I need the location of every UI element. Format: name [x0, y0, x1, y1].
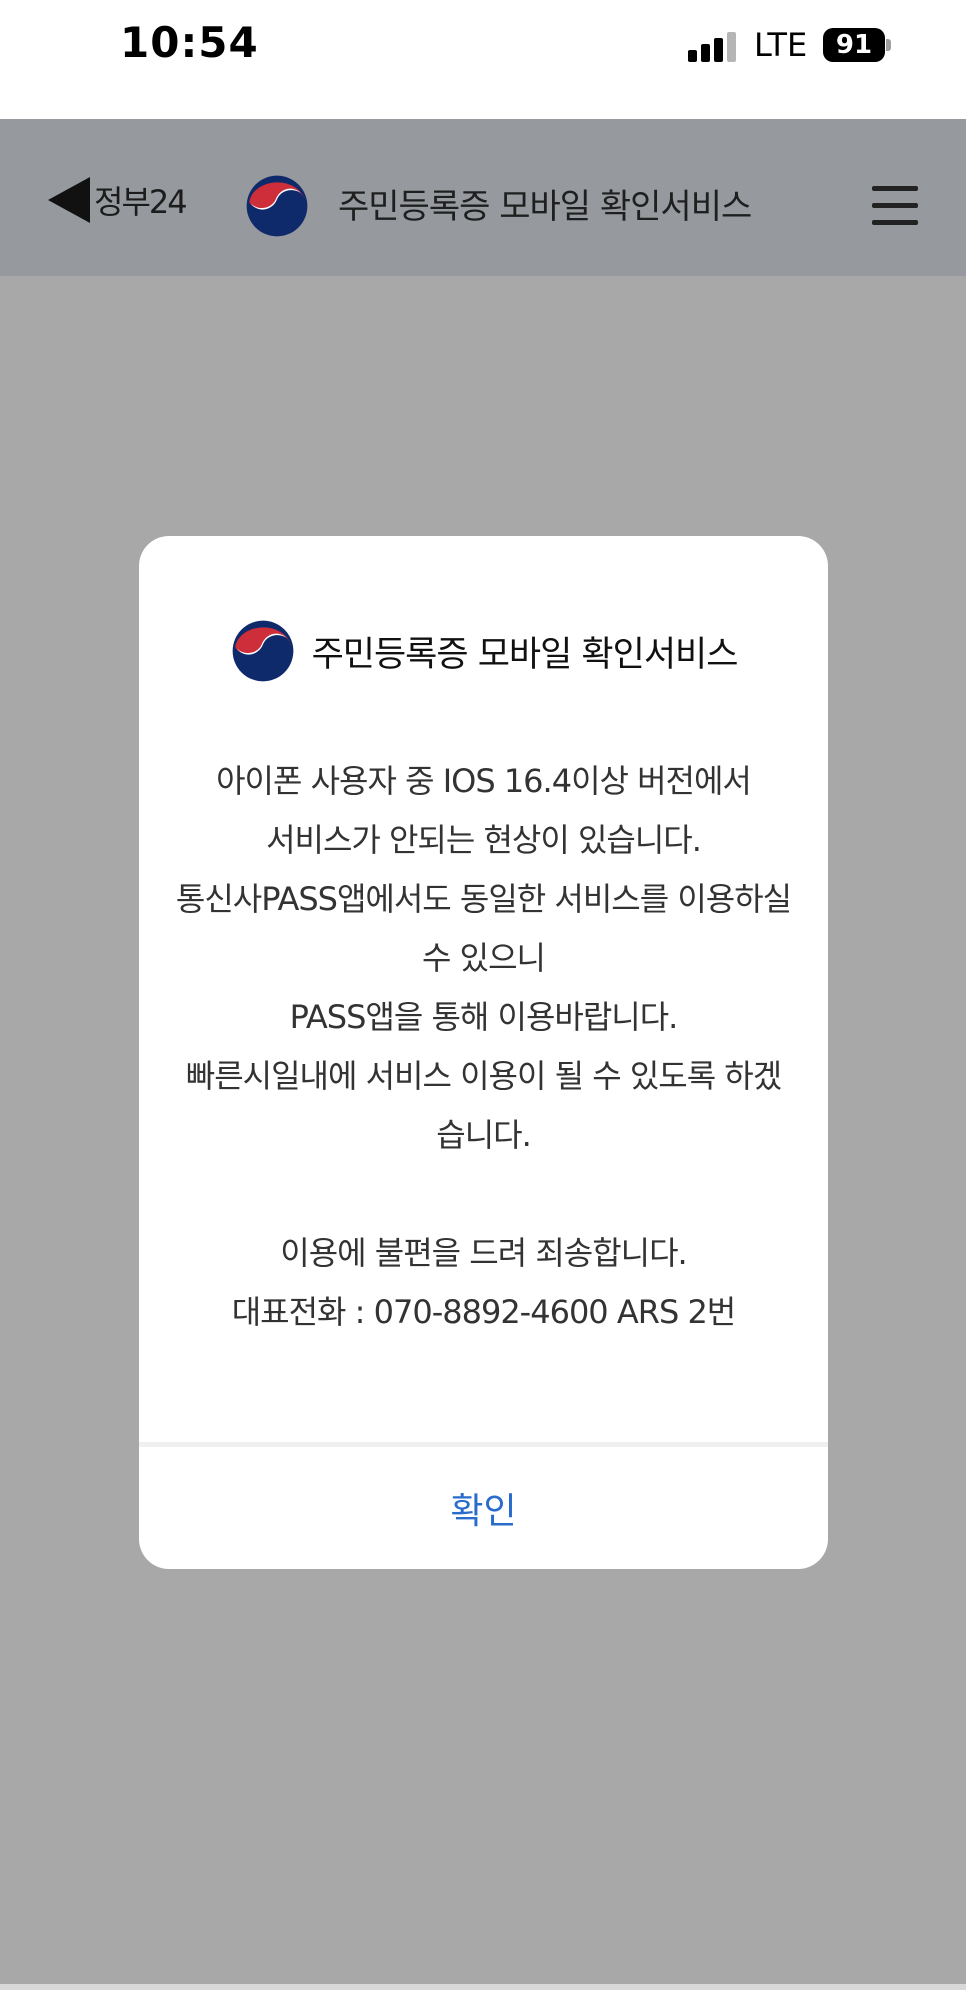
message-line: 서비스가 안되는 현상이 있습니다.	[266, 821, 702, 859]
cellular-signal-icon	[688, 32, 736, 62]
dialog-header: 주민등록증 모바일 확인서비스	[139, 618, 828, 684]
message-spacer	[139, 1165, 828, 1224]
message-line: 습니다.	[436, 1116, 532, 1154]
status-time: 10:54	[120, 18, 259, 67]
korea-government-emblem-icon	[246, 175, 308, 237]
battery-level: 91	[835, 30, 873, 60]
hamburger-menu-icon[interactable]	[872, 186, 918, 226]
message-line: 이용에 불편을 드려 죄송합니다.	[280, 1234, 687, 1272]
message-line: PASS앱을 통해 이용바랍니다.	[289, 998, 679, 1036]
message-line: 아이폰 사용자 중 IOS 16.4이상 버전에서	[216, 762, 752, 800]
back-to-gov24-button[interactable]: 정부24	[48, 177, 188, 223]
battery-nub	[886, 39, 891, 51]
message-line: 빠른시일내에 서비스 이용이 될 수 있도록 하겠	[185, 1057, 782, 1095]
notice-dialog: 주민등록증 모바일 확인서비스 아이폰 사용자 중 IOS 16.4이상 버전에…	[139, 536, 828, 1569]
confirm-button[interactable]: 확인	[139, 1447, 828, 1569]
dialog-message: 아이폰 사용자 중 IOS 16.4이상 버전에서 서비스가 안되는 현상이 있…	[139, 752, 828, 1342]
header-title: 주민등록증 모바일 확인서비스	[338, 187, 752, 227]
back-label: 정부24	[94, 183, 188, 221]
contact-phone-line: 대표전화 : 070-8892-4600 ARS 2번	[231, 1293, 737, 1331]
bottom-edge	[0, 1984, 966, 1990]
message-line: 통신사PASS앱에서도 동일한 서비스를 이용하실	[175, 880, 792, 918]
dialog-title: 주민등록증 모바일 확인서비스	[311, 634, 739, 675]
battery-icon: 91	[823, 28, 885, 62]
korea-government-emblem-icon	[232, 620, 293, 682]
back-arrow-icon	[48, 177, 90, 223]
app-header: 정부24 주민등록증 모바일 확인서비스	[0, 119, 966, 276]
status-bar: 10:54 LTE 91	[0, 0, 966, 119]
message-line: 수 있으니	[422, 939, 546, 977]
network-type: LTE	[754, 26, 808, 64]
